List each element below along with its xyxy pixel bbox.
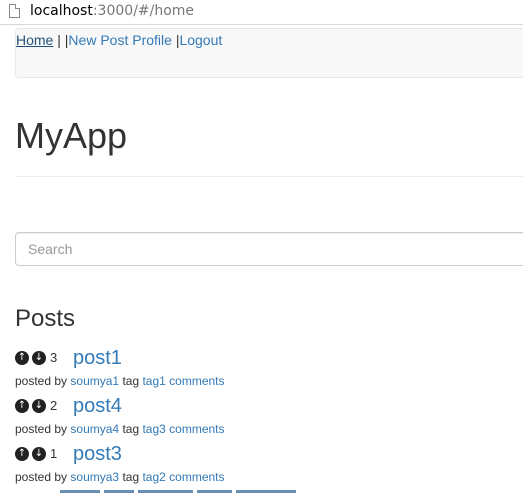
post-score: 1: [50, 446, 58, 461]
tag-label: tag: [122, 374, 140, 388]
post-comments-link[interactable]: comments: [169, 374, 224, 388]
post-item: ↑ ↓ 1 post3 posted by soumya3 tag tag2 c…: [15, 442, 523, 490]
post-comments-link[interactable]: comments: [169, 422, 224, 436]
upvote-icon[interactable]: ↑: [15, 399, 29, 413]
browser-address-bar[interactable]: localhost:3000/#/home: [0, 0, 523, 25]
nav-profile-link[interactable]: Profile: [132, 32, 172, 48]
post-author-link[interactable]: soumya3: [70, 470, 119, 484]
post-tag-link[interactable]: tag2: [142, 470, 165, 484]
page-icon: [9, 4, 20, 18]
post-meta: posted by soumya1 tag tag1 comments: [15, 374, 225, 388]
tag-label: tag: [122, 470, 140, 484]
nav-logout-link[interactable]: Logout: [179, 32, 222, 48]
post-author-link[interactable]: soumya4: [70, 422, 119, 436]
post-meta: posted by soumya4 tag tag3 comments: [15, 422, 225, 436]
upvote-icon[interactable]: ↑: [15, 351, 29, 365]
post-comments-link[interactable]: comments: [169, 470, 224, 484]
posted-by-label: posted by: [15, 374, 68, 388]
nav-separator: | |: [57, 32, 69, 48]
nav-links: Home | |New Post Profile |Logout: [16, 31, 222, 49]
tag-label: tag: [122, 422, 140, 436]
page-title: MyApp: [15, 115, 128, 156]
posted-by-label: posted by: [15, 470, 68, 484]
url-rest: :3000/#/home: [92, 3, 195, 19]
downvote-icon[interactable]: ↓: [32, 351, 46, 365]
post-title-link[interactable]: post4: [73, 394, 122, 418]
url-host: localhost: [30, 3, 93, 19]
url-text[interactable]: localhost:3000/#/home: [30, 1, 194, 21]
post-item: ↑ ↓ 3 post1 posted by soumya1 tag tag1 c…: [15, 346, 523, 394]
upvote-icon[interactable]: ↑: [15, 447, 29, 461]
posts-heading: Posts: [15, 305, 76, 332]
post-tag-link[interactable]: tag3: [142, 422, 165, 436]
post-meta: posted by soumya3 tag tag2 comments: [15, 470, 225, 484]
clipped-post-row: [60, 490, 360, 496]
post-score: 3: [50, 350, 58, 365]
downvote-icon[interactable]: ↓: [32, 447, 46, 461]
header-divider: [15, 176, 523, 177]
posted-by-label: posted by: [15, 422, 68, 436]
post-title-link[interactable]: post3: [73, 442, 122, 466]
downvote-icon[interactable]: ↓: [32, 399, 46, 413]
nav-new-post-link[interactable]: New Post: [68, 32, 128, 48]
post-score: 2: [50, 398, 58, 413]
post-author-link[interactable]: soumya1: [70, 374, 119, 388]
post-title-link[interactable]: post1: [73, 346, 122, 370]
post-item: ↑ ↓ 2 post4 posted by soumya4 tag tag3 c…: [15, 394, 523, 442]
search-input[interactable]: [15, 232, 523, 266]
nav-home-link[interactable]: Home: [16, 32, 53, 48]
navbar: Home | |New Post Profile |Logout: [15, 28, 523, 78]
post-tag-link[interactable]: tag1: [142, 374, 165, 388]
